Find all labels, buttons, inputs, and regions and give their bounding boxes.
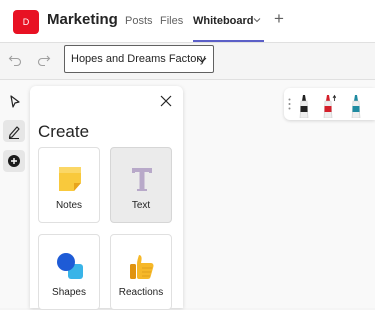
teal-pen-icon[interactable] [348,92,364,118]
reactions-label: Reactions [118,287,164,298]
tab-whiteboard[interactable]: Whiteboard [193,15,254,27]
drag-handle-icon[interactable] [288,98,291,110]
panel-title: Create [38,122,90,141]
team-name[interactable]: Marketing [47,11,118,28]
sticky-note-icon [59,167,81,191]
create-text-button[interactable]: Text [110,147,172,223]
pointer-icon [10,95,20,108]
select-tool-button[interactable] [3,91,25,113]
shapes-icon [57,253,83,279]
create-notes-button[interactable]: Notes [38,147,100,223]
close-icon[interactable] [160,95,172,107]
redo-icon[interactable] [37,53,51,67]
pen-tray [284,88,375,120]
notes-label: Notes [55,200,83,211]
create-panel: Create Notes Text Shapes Reactions [30,86,183,310]
create-reactions-button[interactable]: Reactions [110,234,172,310]
thumbs-up-icon [130,255,154,279]
chevron-down-icon[interactable] [253,16,261,24]
chevron-down-icon [197,57,207,63]
text-label: Text [131,200,151,211]
create-shapes-button[interactable]: Shapes [38,234,100,310]
tab-files[interactable]: Files [160,15,183,27]
tab-posts[interactable]: Posts [125,15,153,27]
black-pen-icon[interactable] [296,92,312,118]
undo-icon[interactable] [8,53,22,67]
app-header: D Marketing Posts Files Whiteboard + [0,0,375,42]
pen-icon [8,126,20,139]
shapes-label: Shapes [52,287,86,298]
text-icon [132,168,152,191]
team-avatar[interactable]: D [13,10,39,34]
create-tool-button[interactable] [3,150,25,172]
add-circle-icon [8,155,20,167]
board-name-dropdown[interactable]: Hopes and Dreams Factory [64,45,214,73]
whiteboard-toolbar: Hopes and Dreams Factory [0,43,375,79]
red-pen-icon[interactable] [320,92,336,118]
inking-tool-button[interactable] [3,120,25,142]
board-name-label: Hopes and Dreams Factory [71,53,206,65]
add-tab-button[interactable]: + [274,9,284,29]
